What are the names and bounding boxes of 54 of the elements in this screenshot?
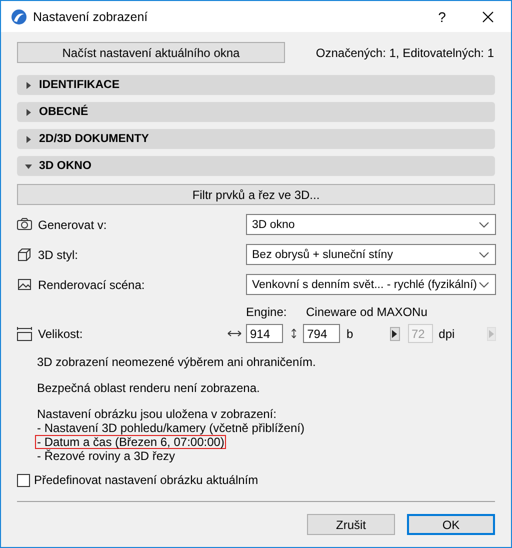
play-button[interactable] (390, 326, 400, 340)
ok-button[interactable]: OK (407, 514, 495, 535)
height-arrow-icon (291, 327, 298, 340)
section-header[interactable]: IDENTIFIKACE (17, 75, 495, 95)
width-arrow-icon (227, 330, 242, 337)
note-text: Bezpečná oblast renderu není zobrazena. (36, 381, 261, 395)
caret-right-icon (25, 136, 32, 142)
camera-icon (17, 217, 32, 232)
field-label: Generovat v: (38, 218, 107, 232)
unit-label: dpi (438, 326, 455, 340)
section-title: OBECNÉ (39, 106, 88, 118)
height-field[interactable]: 794 (303, 324, 340, 343)
note-text: Nastavení obrázku jsou uložena v zobrazení: (36, 407, 278, 421)
image-icon (17, 277, 32, 292)
app-logo-icon (11, 8, 27, 24)
cube-icon (17, 247, 32, 262)
note-text: - Datum a čas (Březen 6, 07:00:00) (35, 435, 226, 449)
section-header[interactable]: OBECNÉ (17, 102, 495, 122)
cancel-button[interactable]: Zrušit (307, 514, 395, 535)
filter-button[interactable]: Filtr prvků a řez ve 3D... (17, 184, 495, 205)
field-label: Renderovací scéna: (38, 278, 145, 292)
chevron-down-icon (479, 252, 489, 258)
note-text: - Řezové roviny a 3D řezy (36, 449, 176, 463)
load-settings-button[interactable]: Načíst nastavení aktuálního okna (17, 42, 285, 63)
checkbox[interactable] (17, 474, 30, 486)
section-header[interactable]: 2D/3D DOKUMENTY (17, 129, 495, 149)
caret-right-icon (25, 108, 32, 116)
note-text: 3D zobrazení neomezené výběrem ani ohraničením. (36, 355, 317, 369)
dropdown[interactable]: 3D okno (246, 214, 496, 235)
engine-label: Engine: (246, 304, 288, 318)
section-title: IDENTIFIKACE (39, 79, 120, 91)
unit-label: b (346, 326, 354, 340)
window-title: Nastavení zobrazení (33, 10, 149, 24)
engine-value: Cineware od MAXONu (306, 304, 428, 318)
field-label: 3D styl: (38, 248, 78, 262)
caret-down-icon (25, 162, 32, 170)
field-label: Velikost: (38, 326, 83, 340)
dropdown[interactable]: Venkovní s denním svět... - rychlé (fyzikální) (246, 274, 496, 295)
close-icon (482, 10, 494, 22)
selection-info: Označených: 1, Editovatelných: 1 (316, 46, 494, 60)
help-button[interactable]: ? (419, 1, 465, 32)
chevron-down-icon (479, 222, 489, 228)
caret-right-icon (25, 82, 32, 88)
section-title: 3D OKNO (39, 160, 92, 172)
checkbox-label: Předefinovat nastavení obrázku aktuálním (34, 473, 258, 487)
width-field[interactable]: 914 (246, 324, 284, 343)
size-icon (17, 326, 32, 341)
section-title: 2D/3D DOKUMENTY (39, 133, 149, 145)
note-text: - Nastavení 3D pohledu/kamery (včetně přiblížení) (36, 421, 306, 435)
dropdown[interactable]: Bez obrysů + sluneční stíny (246, 244, 496, 265)
chevron-down-icon (479, 282, 489, 288)
play-icon (392, 330, 398, 338)
section-header[interactable]: 3D OKNO (17, 156, 495, 176)
play-icon (488, 330, 494, 338)
